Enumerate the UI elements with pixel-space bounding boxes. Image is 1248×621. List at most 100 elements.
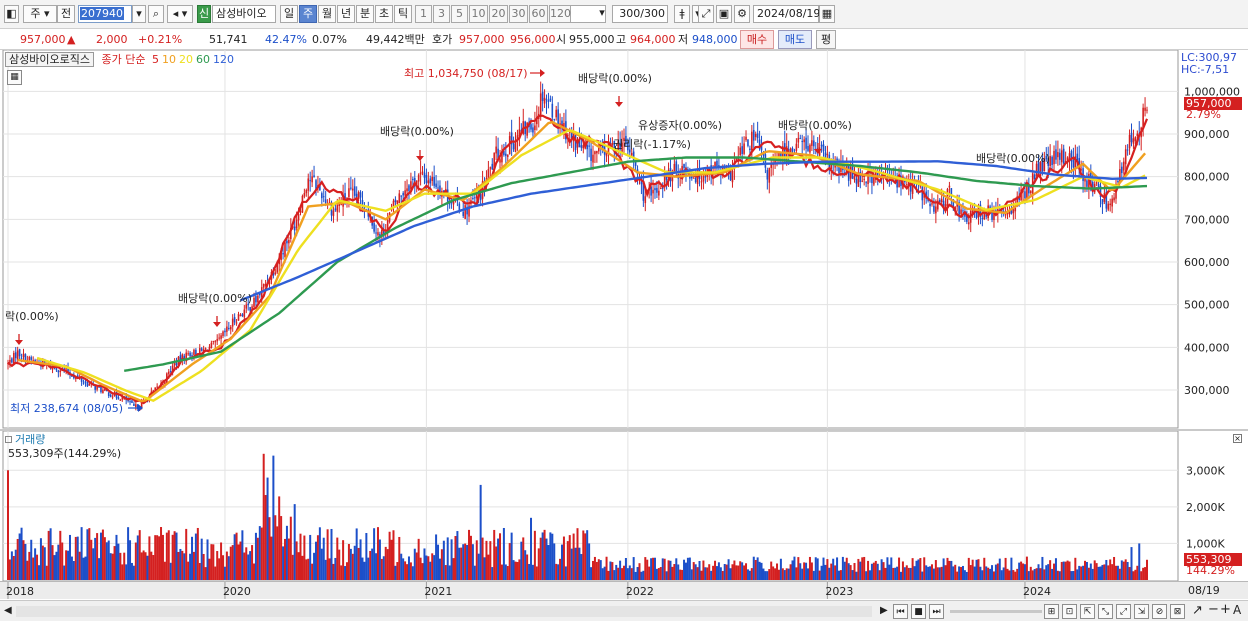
interval-tab[interactable]: 1	[415, 5, 432, 23]
window-icon[interactable]: ◧	[4, 5, 19, 23]
market-select[interactable]: 주 ▾	[23, 5, 57, 23]
draw-tool-icon[interactable]: ⤢	[698, 5, 714, 23]
candle-body	[539, 93, 542, 117]
code-dropdown-icon[interactable]: ▾	[132, 5, 146, 23]
volume-bar	[655, 568, 658, 580]
volume-bar	[235, 532, 238, 580]
volume-bar	[107, 540, 110, 580]
candle-body	[495, 146, 497, 154]
period-tab[interactable]: 초	[375, 5, 393, 23]
scrollbar-track[interactable]	[16, 606, 872, 617]
volume-bar	[731, 564, 734, 580]
tool-icon-3[interactable]: ⇱	[1080, 604, 1095, 619]
volume-bar	[830, 563, 833, 580]
candle-body	[286, 240, 288, 244]
eval-button[interactable]: 평	[816, 30, 836, 49]
interval-tab[interactable]: 20	[489, 5, 508, 23]
price-chart-panel[interactable]: 락(0.00%) 배당락(0.00%) 배당락(0.00%) 배당락(0.00%) 유상…	[0, 49, 1248, 430]
zoom-track[interactable]	[950, 610, 1042, 613]
table-icon[interactable]: ▦	[7, 70, 22, 85]
scroll-left-icon[interactable]: ◀	[4, 605, 12, 616]
volume-bar	[754, 559, 757, 580]
sell-button[interactable]: 매도	[778, 30, 812, 49]
code-input[interactable]: 207940	[78, 5, 132, 23]
tool-icon-4[interactable]: ⤡	[1098, 604, 1113, 619]
date-field[interactable]: 2024/08/19	[753, 5, 820, 23]
period-tab[interactable]: 틱	[394, 5, 412, 23]
interval-tab[interactable]: 10	[469, 5, 488, 23]
period-tab[interactable]: 월	[318, 5, 336, 23]
volume-bar	[125, 564, 128, 580]
volume-bar	[438, 558, 441, 580]
candle-body	[743, 143, 745, 154]
period-tab[interactable]: 일	[280, 5, 298, 23]
candle-body	[96, 386, 98, 390]
volume-bar	[865, 571, 868, 580]
count-field[interactable]: 300/300	[612, 5, 668, 23]
pointer-icon[interactable]: ↗	[1192, 603, 1203, 618]
stop-icon[interactable]: ■	[911, 604, 926, 619]
tool-icon-6[interactable]: ⇲	[1134, 604, 1149, 619]
volume-bar	[220, 542, 223, 580]
close-icon[interactable]: ×	[1233, 434, 1242, 443]
volume-bar	[316, 535, 319, 580]
period-tab[interactable]: 분	[356, 5, 374, 23]
volume-chart[interactable]: 1,000K 2,000K 3,000K	[0, 430, 1248, 582]
tool-icon-2[interactable]: ⊡	[1062, 604, 1077, 619]
volume-bar	[202, 553, 205, 580]
candle-body	[262, 284, 265, 288]
zoom-out-icon[interactable]: −	[1208, 602, 1219, 617]
candle-body	[425, 174, 428, 184]
tool-icon-7[interactable]: ⊘	[1152, 604, 1167, 619]
tool-icon-8[interactable]: ⊠	[1170, 604, 1185, 619]
candle-body	[295, 219, 298, 228]
first-icon[interactable]: ⏮	[893, 604, 908, 619]
volume-bar	[1084, 560, 1087, 580]
interval-tab[interactable]: 3	[433, 5, 450, 23]
volume-bar	[382, 556, 385, 580]
gear-icon[interactable]: ⚙	[734, 5, 750, 23]
candle-body	[433, 176, 435, 186]
zoom-in-icon[interactable]: +	[1220, 602, 1231, 617]
tool-icon-5[interactable]: ⤢	[1116, 604, 1131, 619]
volume-bar	[330, 528, 333, 580]
volume-bar	[1002, 567, 1005, 580]
interval-tab[interactable]: 30	[509, 5, 528, 23]
volume-bar	[799, 563, 802, 580]
volume-chart-panel[interactable]: 1,000K 2,000K 3,000K 거래량 553,309주(144.29%)…	[0, 430, 1248, 582]
speaker-icon[interactable]: ◂ ▾	[167, 5, 193, 23]
volume-bar	[510, 532, 513, 580]
candle-type-icon[interactable]: ǂ	[674, 5, 690, 23]
price-chart[interactable]: 락(0.00%) 배당락(0.00%) 배당락(0.00%) 배당락(0.00%) 유상…	[0, 49, 1248, 430]
volume-bar	[61, 542, 64, 580]
stock-name-field[interactable]: 삼성바이오	[212, 5, 276, 23]
buy-button[interactable]: 매수	[740, 30, 774, 49]
calendar-icon[interactable]: ▦	[819, 5, 835, 23]
search-icon[interactable]: ⌕	[148, 5, 164, 23]
tool-icon-1[interactable]: ⊞	[1044, 604, 1059, 619]
candle-body	[239, 315, 242, 317]
last-icon[interactable]: ⏭	[929, 604, 944, 619]
interval-tab[interactable]: 60	[529, 5, 548, 23]
volume-bar	[1016, 568, 1019, 580]
volume-bar	[192, 551, 195, 580]
scroll-right-icon[interactable]: ▶	[880, 605, 888, 616]
volume-bar	[838, 570, 841, 580]
volume-bar	[508, 543, 511, 580]
candle-body	[20, 357, 23, 359]
interval-tab[interactable]: 120	[549, 5, 571, 23]
candle-body	[1035, 163, 1038, 176]
volume-bar	[138, 530, 141, 580]
chevron-down-icon[interactable]: ▾	[596, 5, 608, 23]
candle-body	[1033, 174, 1036, 180]
volume-bar	[545, 538, 548, 580]
prev-button[interactable]: 전	[57, 5, 75, 23]
candle-body	[967, 222, 970, 225]
save-icon[interactable]: ▣	[716, 5, 732, 23]
interval-tab[interactable]: 5	[451, 5, 468, 23]
font-size-icon[interactable]: A	[1233, 603, 1241, 617]
period-tab[interactable]: 주	[299, 5, 317, 23]
period-tab[interactable]: 년	[337, 5, 355, 23]
candle-body	[683, 164, 685, 169]
collapse-icon[interactable]	[5, 436, 12, 443]
